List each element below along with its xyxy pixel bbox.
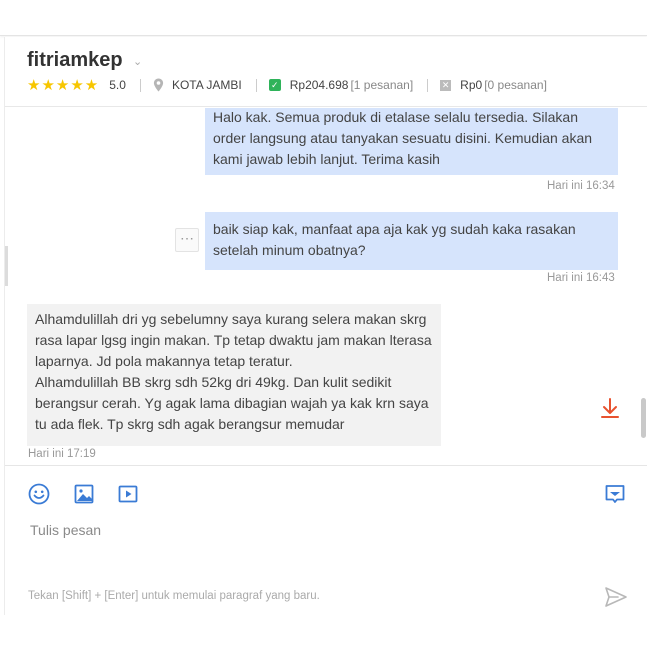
star-rating-icon: ★★★★★ (27, 77, 100, 94)
template-message-icon[interactable] (604, 483, 626, 505)
message-line: baik siap kak, manfaat apa aja kak yg su… (213, 221, 576, 237)
message-line: tu ada flek. Tp skrg sdh agak berangsur … (35, 416, 345, 432)
message-line: kami jawab lebih lanjut. Terima kasih (213, 151, 440, 167)
shop-name[interactable]: fitriamkep (27, 49, 123, 72)
message-line: Halo kak. Semua produk di etalase selalu… (213, 109, 578, 125)
sales-count: [1 pesanan] (350, 78, 414, 92)
more-options-button[interactable]: ⋯ (175, 228, 199, 252)
message-line: order langsung atau tanyakan sesuatu dis… (213, 130, 593, 146)
shop-location: KOTA JAMBI (171, 78, 242, 92)
message-time: Hari ini 16:34 (547, 180, 615, 192)
chat-header: fitriamkep ⌄ ★★★★★ 5.0 KOTA JAMBI ✓ Rp20… (5, 37, 647, 107)
message-time: Hari ini 17:19 (28, 448, 96, 460)
message-time: Hari ini 16:43 (547, 272, 615, 284)
scrollbar-thumb[interactable] (641, 398, 646, 438)
message-bubble-incoming[interactable]: Alhamdulillah dri yg sebelumny saya kura… (27, 304, 441, 446)
chevron-down-icon[interactable]: ⌄ (133, 55, 142, 68)
divider (427, 78, 429, 92)
panel-edge-marker (5, 246, 8, 286)
message-bubble-outgoing[interactable]: baik siap kak, manfaat apa aja kak yg su… (205, 212, 618, 270)
scroll-to-bottom-arrow-icon[interactable] (599, 396, 621, 420)
message-line: berangsur cerah. Yg agak lama dibagian w… (35, 395, 429, 411)
divider (255, 78, 257, 92)
message-line: Alhamdulillah dri yg sebelumny saya kura… (35, 311, 427, 327)
refund-count: [0 pesanan] (484, 78, 547, 92)
message-bubble-outgoing[interactable]: Halo kak. Semua produk di etalase selalu… (205, 108, 618, 175)
message-line: laparnya. Jd pola makannya tetap teratur… (35, 353, 293, 369)
emoji-icon[interactable] (28, 483, 50, 505)
send-icon[interactable] (604, 586, 628, 608)
message-line: rasa lapar lgsg ingin makan. Tp tetap dw… (35, 332, 432, 348)
message-composer: Tulis pesan Tekan [Shift] + [Enter] untu… (5, 465, 647, 615)
top-bar (0, 0, 647, 36)
shop-meta: ★★★★★ 5.0 KOTA JAMBI ✓ Rp204.698 [1 pesa… (27, 77, 547, 94)
message-line: Alhamdulillah BB skrg sdh 52kg dri 49kg.… (35, 374, 392, 390)
chat-panel: fitriamkep ⌄ ★★★★★ 5.0 KOTA JAMBI ✓ Rp20… (4, 37, 647, 615)
video-icon[interactable] (117, 483, 139, 505)
message-line: setelah minum obatnya? (213, 242, 366, 258)
input-hint: Tekan [Shift] + [Enter] untuk memulai pa… (28, 590, 320, 602)
rating-value: 5.0 (109, 78, 126, 92)
location-pin-icon (153, 78, 164, 92)
message-thread[interactable]: Halo kak. Semua produk di etalase selalu… (5, 108, 647, 465)
sales-amount: Rp204.698 (289, 78, 349, 92)
image-icon[interactable] (73, 483, 95, 505)
refund-amount: Rp0 (460, 78, 483, 92)
message-input[interactable]: Tulis pesan (30, 522, 101, 538)
divider (139, 78, 141, 92)
check-icon: ✓ (268, 79, 281, 91)
cancel-icon: ✕ (440, 79, 452, 91)
